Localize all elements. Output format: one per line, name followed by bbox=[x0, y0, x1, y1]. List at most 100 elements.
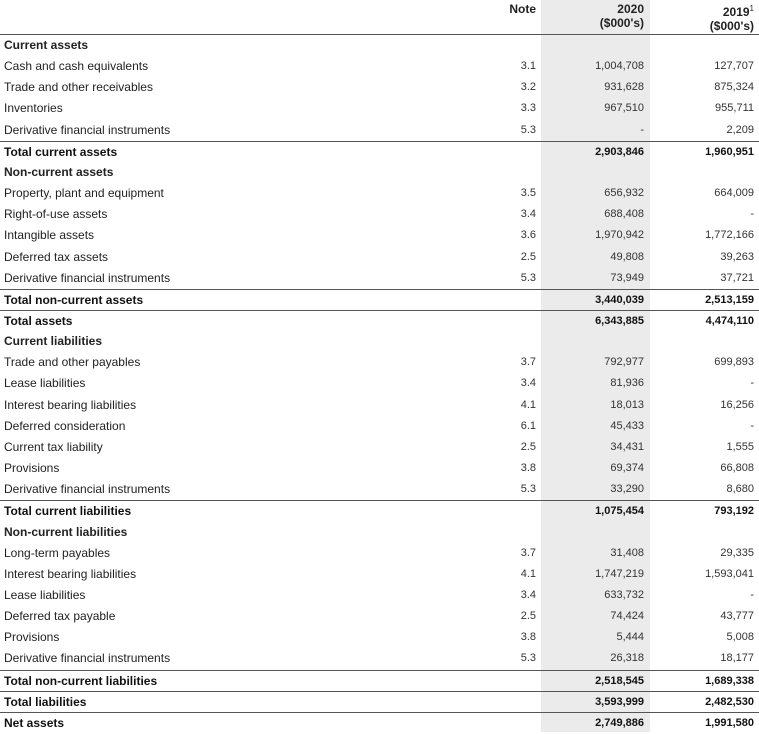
row-value-2019: 1,772,166 bbox=[705, 229, 754, 242]
total-row: Total current liabilities 1,075,454 793,19… bbox=[0, 500, 759, 522]
header-2020: 2020 ($000's) bbox=[545, 2, 644, 30]
row-value-2019: 1,991,580 bbox=[705, 716, 754, 729]
section-heading-row: Current assets bbox=[0, 35, 759, 56]
row-label: Total assets bbox=[4, 313, 73, 328]
row-label: Cash and cash equivalents bbox=[4, 59, 149, 74]
row-value-2020: 45,433 bbox=[610, 419, 644, 432]
header-2019-year-line: 20191 bbox=[655, 2, 754, 19]
row-value-2020: 688,408 bbox=[604, 208, 644, 221]
table-header: Note 2020 ($000's) 20191 ($000's) bbox=[0, 0, 759, 36]
row-value-2019: 18,177 bbox=[720, 652, 754, 665]
row-value-2020: 73,949 bbox=[610, 271, 644, 284]
row-value-2019: 43,777 bbox=[720, 610, 754, 622]
header-2019-unit: ($000's) bbox=[709, 19, 754, 33]
row-value-2020: 1,004,708 bbox=[595, 60, 644, 73]
table-row: Long-term payables 3.7 31,408 29,335 bbox=[0, 543, 759, 564]
row-value-2019: 699,893 bbox=[714, 356, 754, 369]
total-row: Total assets 6,343,885 4,474,110 bbox=[0, 309, 759, 332]
row-value-2020: 5,444 bbox=[616, 631, 644, 644]
row-note: 5.3 bbox=[520, 271, 536, 284]
table-row: Derivative financial instruments 5.3 26,31… bbox=[0, 648, 759, 669]
row-note: 5.3 bbox=[520, 483, 536, 496]
table-row: Property, plant and equipment 3.5 656,932 6… bbox=[0, 183, 759, 204]
row-label: Lease liabilities bbox=[4, 587, 86, 602]
row-value-2020: 1,747,219 bbox=[595, 567, 644, 580]
row-value-2019: 29,335 bbox=[720, 546, 754, 559]
table-row: Provisions 3.8 69,374 66,808 bbox=[0, 458, 759, 479]
row-note: 3.8 bbox=[520, 631, 536, 644]
row-label: Current assets bbox=[4, 38, 89, 52]
row-value-2020: - bbox=[640, 123, 644, 136]
row-label: Total current liabilities bbox=[4, 504, 132, 519]
table-row: Provisions 3.8 5,444 5,008 bbox=[0, 627, 759, 648]
row-label: Trade and other payables bbox=[4, 355, 141, 370]
row-value-2020: 31,408 bbox=[610, 546, 644, 559]
section-heading-row: Non-current assets bbox=[0, 162, 759, 183]
row-label: Interest bearing liabilities bbox=[4, 397, 137, 412]
row-note: 4.1 bbox=[520, 567, 536, 580]
row-label: Current tax liability bbox=[4, 439, 103, 454]
row-value-2019: 955,711 bbox=[715, 102, 754, 115]
row-label: Interest bearing liabilities bbox=[4, 566, 137, 581]
row-value-2019: - bbox=[750, 419, 754, 432]
total-row: Total non-current assets 3,440,039 2,513,1… bbox=[0, 288, 759, 311]
row-value-2020: 2,903,846 bbox=[595, 145, 644, 158]
balance-sheet: Note 2020 ($000's) 20191 ($000's) Curren… bbox=[0, 0, 759, 732]
header-2020-year: 2020 bbox=[617, 2, 644, 16]
row-value-2020: 2,518,545 bbox=[595, 674, 644, 687]
header-2019: 20191 ($000's) bbox=[655, 2, 754, 33]
row-value-2019: 66,808 bbox=[720, 462, 754, 474]
row-label: Non-current assets bbox=[4, 164, 114, 179]
header-2019-year: 2019 bbox=[722, 5, 750, 19]
table-row: Lease liabilities 3.4 633,732 - bbox=[0, 585, 759, 606]
row-value-2019: 39,263 bbox=[720, 250, 754, 263]
row-note: 2.5 bbox=[520, 610, 536, 622]
row-label: Total non-current liabilities bbox=[4, 673, 158, 688]
table-row: Interest bearing liabilities 4.1 1,747,219… bbox=[0, 564, 759, 585]
table-row: Trade and other payables 3.7 792,977 699,89… bbox=[0, 352, 759, 373]
row-value-2019: 1,555 bbox=[726, 440, 754, 453]
row-label: Non-current liabilities bbox=[4, 524, 128, 539]
table-row: Deferred tax assets 2.5 49,808 39,263 bbox=[0, 247, 759, 268]
table-row: Lease liabilities 3.4 81,936 - bbox=[0, 373, 759, 394]
row-label: Total liabilities bbox=[4, 694, 87, 709]
row-label: Long-term payables bbox=[4, 545, 111, 560]
header-2019-footnote: 1 bbox=[749, 4, 754, 13]
row-note: 3.5 bbox=[520, 187, 536, 199]
row-value-2019: 875,324 bbox=[714, 81, 754, 94]
row-note: 3.2 bbox=[520, 81, 536, 94]
row-value-2020: 34,431 bbox=[610, 440, 644, 453]
table-row: Derivative financial instruments 5.3 73,94… bbox=[0, 268, 759, 289]
row-value-2019: 127,707 bbox=[714, 60, 754, 73]
row-value-2019: - bbox=[750, 588, 754, 601]
row-label: Net assets bbox=[4, 715, 65, 730]
row-value-2019: 1,593,041 bbox=[705, 567, 754, 580]
row-label: Total current assets bbox=[4, 144, 118, 159]
row-note: 3.6 bbox=[520, 229, 536, 242]
row-value-2020: 792,977 bbox=[604, 356, 644, 369]
row-label: Deferred consideration bbox=[4, 418, 126, 433]
row-value-2019: 793,192 bbox=[714, 505, 754, 518]
section-heading-row: Non-current liabilities bbox=[0, 522, 759, 543]
total-row: Net assets 2,749,886 1,991,580 bbox=[0, 711, 759, 734]
row-value-2020: 3,440,039 bbox=[595, 293, 644, 306]
header-note: Note bbox=[480, 2, 536, 16]
row-label: Deferred tax assets bbox=[4, 249, 109, 264]
row-note: 3.7 bbox=[520, 546, 536, 559]
row-label: Derivative financial instruments bbox=[4, 651, 171, 666]
row-note: 2.5 bbox=[520, 250, 536, 263]
row-label: Right-of-use assets bbox=[4, 207, 108, 222]
row-value-2019: 8,680 bbox=[726, 483, 754, 496]
row-label: Derivative financial instruments bbox=[4, 122, 171, 137]
table-row: Derivative financial instruments 5.3 33,29… bbox=[0, 479, 759, 500]
total-row: Total current assets 2,903,846 1,960,951 bbox=[0, 140, 759, 163]
table-row: Right-of-use assets 3.4 688,408 - bbox=[0, 204, 759, 225]
row-label: Inventories bbox=[4, 101, 63, 116]
row-value-2019: 2,513,159 bbox=[705, 293, 754, 306]
row-note: 3.4 bbox=[520, 377, 536, 390]
row-note: 3.7 bbox=[520, 356, 536, 369]
row-value-2020: 656,932 bbox=[604, 187, 644, 199]
table-row: Deferred tax payable 2.5 74,424 43,777 bbox=[0, 606, 759, 627]
row-label: Current liabilities bbox=[4, 334, 103, 349]
header-note-label: Note bbox=[509, 2, 536, 16]
